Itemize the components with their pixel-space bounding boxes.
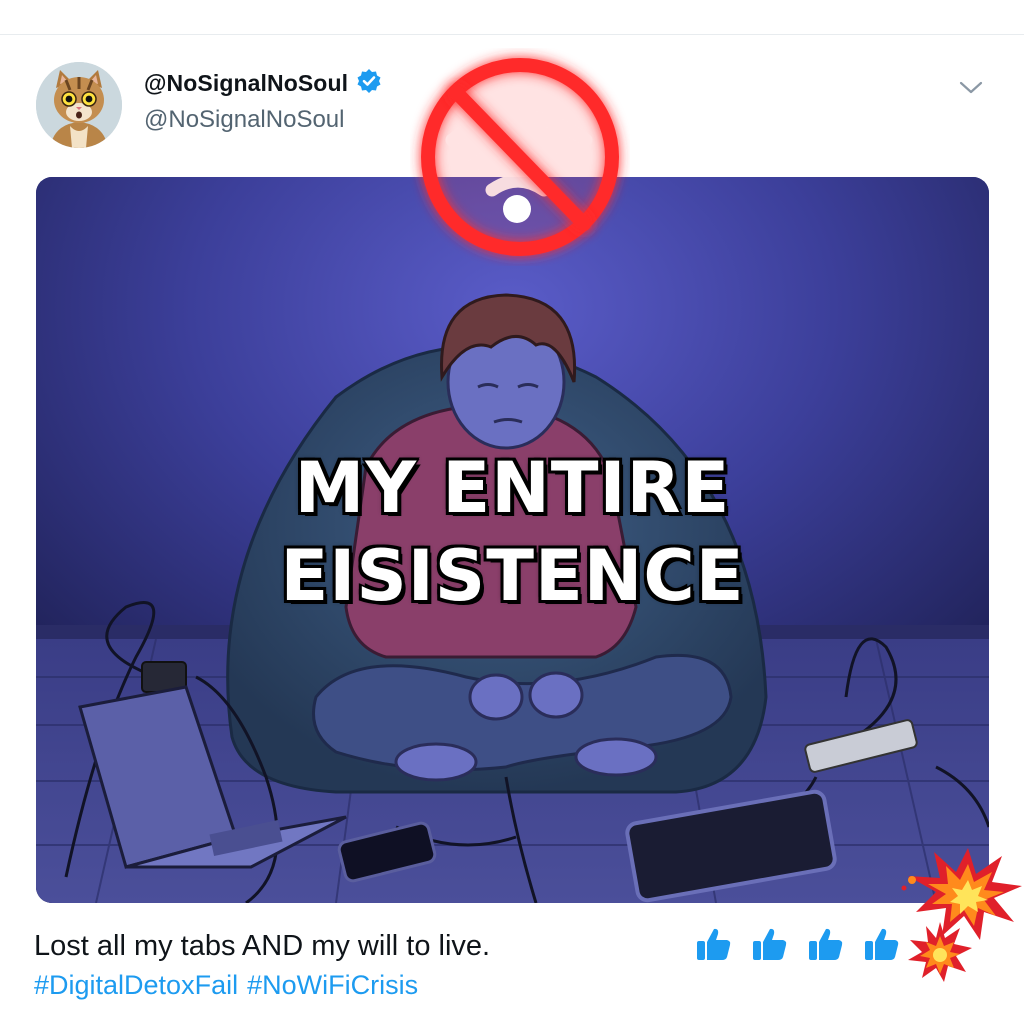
thumbs-up-icon[interactable] (806, 924, 846, 964)
cat-avatar-icon[interactable] (36, 62, 122, 148)
meme-caption-line-2: EISISTENCE (279, 535, 745, 617)
explosion-icon (908, 922, 972, 982)
hashtag-row: #DigitalDetoxFail #NoWiFiCrisis (34, 970, 418, 1001)
verified-badge-icon (356, 68, 382, 99)
hashtag-link[interactable]: #DigitalDetoxFail (34, 970, 238, 1001)
user-handle[interactable]: @NoSignalNoSoul (144, 106, 344, 134)
thumbs-up-icon[interactable] (862, 924, 902, 964)
thumbs-up-icon[interactable] (694, 924, 734, 964)
reactions-row (694, 924, 902, 964)
hashtag-link[interactable]: #NoWiFiCrisis (247, 970, 418, 1001)
post-card: @NoSignalNoSoul @NoSignalNoSoul MY ENTIR… (0, 0, 1024, 1024)
post-text: Lost all my tabs AND my will to live. (34, 930, 491, 962)
top-divider (0, 34, 1024, 35)
chevron-down-icon[interactable] (956, 74, 986, 100)
thumbs-up-icon[interactable] (750, 924, 790, 964)
post-media-image[interactable]: MY ENTIRE EISISTENCE (36, 177, 989, 903)
display-name-row: @NoSignalNoSoul (144, 68, 382, 99)
display-name[interactable]: @NoSignalNoSoul (144, 70, 348, 97)
no-wifi-icon (410, 48, 630, 266)
meme-caption-line-1: MY ENTIRE (293, 447, 731, 529)
